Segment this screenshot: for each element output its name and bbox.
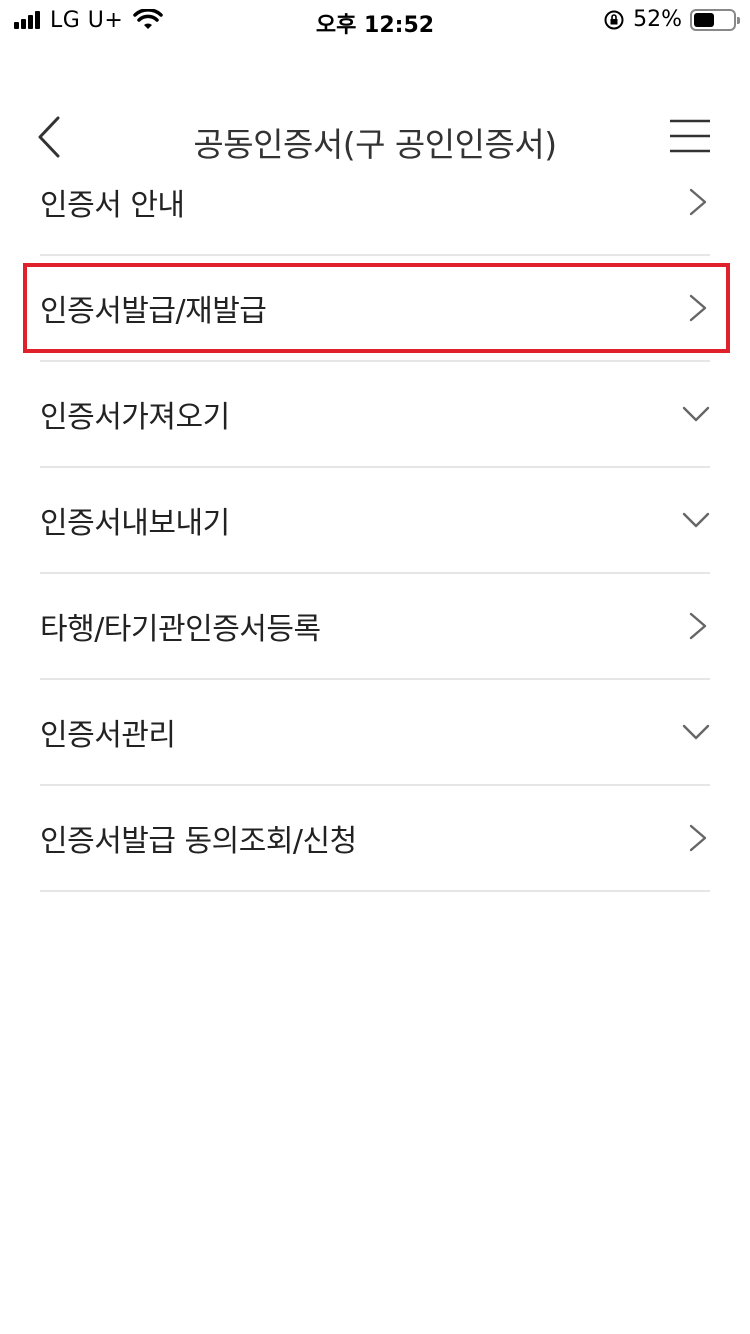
chevron-down-icon (682, 724, 710, 740)
chevron-down-icon (682, 406, 710, 422)
menu-item-label: 인증서발급 동의조회/신청 (40, 824, 357, 859)
status-right: 52% (603, 7, 740, 32)
chevron-down-icon (682, 512, 710, 528)
menu-item-label: 타행/타기관인증서등록 (40, 612, 321, 647)
chevron-right-icon (689, 294, 707, 322)
orientation-lock-icon (604, 10, 624, 29)
chevron-right-icon (689, 824, 707, 852)
hamburger-menu-icon[interactable] (670, 118, 710, 154)
certificate-menu-list: 인증서 안내인증서발급/재발급인증서가져오기인증서내보내기타행/타기관인증서등록… (40, 150, 710, 892)
menu-item[interactable]: 인증서가져오기 (40, 362, 710, 468)
navigation-bar: 공동인증서(구 공인인증서) (0, 40, 750, 164)
battery-percent: 52% (633, 7, 682, 32)
chevron-right-icon (689, 612, 707, 640)
menu-item[interactable]: 인증서관리 (40, 680, 710, 786)
menu-item[interactable]: 인증서발급 동의조회/신청 (40, 786, 710, 892)
menu-item-label: 인증서관리 (40, 718, 176, 753)
menu-item[interactable]: 인증서 안내 (40, 150, 710, 256)
menu-item-label: 인증서 안내 (40, 188, 185, 223)
chevron-right-icon (689, 188, 707, 216)
battery-level (694, 12, 714, 27)
menu-item[interactable]: 인증서발급/재발급 (40, 256, 710, 362)
menu-item[interactable]: 인증서내보내기 (40, 468, 710, 574)
menu-item[interactable]: 타행/타기관인증서등록 (40, 574, 710, 680)
status-bar: LG U+ 오후 12:52 52% (0, 0, 750, 40)
menu-item-label: 인증서가져오기 (40, 400, 230, 435)
menu-item-label: 인증서발급/재발급 (40, 294, 267, 329)
battery-icon (690, 8, 740, 31)
menu-item-label: 인증서내보내기 (40, 506, 230, 541)
